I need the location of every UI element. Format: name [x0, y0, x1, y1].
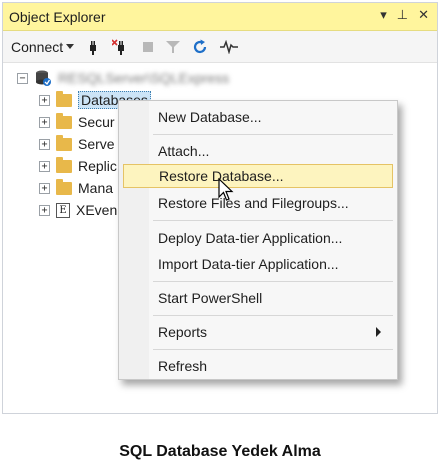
folder-icon	[56, 112, 72, 129]
menu-item-start-powershell[interactable]: Start PowerShell	[123, 286, 393, 310]
expand-icon[interactable]: +	[39, 116, 50, 128]
dropdown-icon[interactable]: ▾	[380, 7, 387, 23]
expand-icon[interactable]: +	[39, 160, 50, 172]
menu-separator	[153, 220, 393, 221]
tree-item-management[interactable]: + Mana	[39, 177, 113, 199]
menu-item-label: Deploy Data-tier Application...	[158, 230, 343, 246]
menu-item-label: Reports	[158, 324, 208, 340]
tree-server-row[interactable]: − RESQLServer\SQLExpress	[17, 67, 229, 89]
menu-item-label: New Database...	[158, 109, 262, 125]
tree-item-server-objects[interactable]: + Serve	[39, 133, 115, 155]
tree-item-label: Serve	[78, 136, 115, 152]
pin-icon[interactable]: ⊥	[397, 7, 408, 23]
menu-separator	[153, 134, 393, 135]
menu-item-label: Refresh	[158, 358, 208, 374]
menu-item-import-data-tier[interactable]: Import Data-tier Application...	[123, 252, 393, 276]
mouse-cursor-icon	[218, 178, 234, 201]
activity-icon[interactable]	[220, 39, 239, 54]
folder-icon	[56, 134, 72, 151]
expand-icon[interactable]: +	[39, 182, 50, 194]
tree-item-replication[interactable]: + Replic	[39, 155, 117, 177]
tree-item-label: Replic	[78, 158, 117, 174]
context-menu: New Database... Attach... Restore Databa…	[118, 100, 398, 380]
tree-item-xevent-profiler[interactable]: + E XEven	[39, 199, 117, 221]
expand-icon[interactable]: +	[39, 138, 50, 150]
menu-item-label: Restore Files and Filegroups...	[158, 195, 349, 211]
menu-item-restore-files-filegroups[interactable]: Restore Files and Filegroups...	[123, 191, 393, 215]
chevron-down-icon	[66, 43, 75, 49]
folder-icon	[56, 178, 72, 195]
title-controls: ▾ ⊥ ✕	[380, 7, 429, 23]
stop-icon[interactable]	[142, 41, 154, 53]
close-icon[interactable]: ✕	[418, 7, 429, 23]
disconnect-icon[interactable]	[112, 38, 130, 55]
filter-icon[interactable]	[166, 40, 181, 54]
menu-item-reports[interactable]: Reports	[123, 320, 393, 344]
menu-item-deploy-data-tier[interactable]: Deploy Data-tier Application...	[123, 226, 393, 250]
panel-title: Object Explorer	[9, 8, 106, 25]
title-bar: Object Explorer ▾ ⊥ ✕	[3, 3, 437, 31]
menu-item-refresh[interactable]: Refresh	[123, 354, 393, 378]
menu-separator	[153, 349, 393, 350]
folder-icon	[56, 156, 72, 173]
menu-separator	[153, 315, 393, 316]
caption: SQL Database Yedek Alma	[119, 443, 321, 460]
menu-item-new-database[interactable]: New Database...	[123, 105, 393, 129]
expand-icon[interactable]: +	[39, 204, 50, 216]
server-icon	[36, 70, 51, 86]
menu-item-label: Start PowerShell	[158, 290, 263, 306]
tree-item-security[interactable]: + Secur	[39, 111, 115, 133]
xevent-icon: E	[56, 202, 70, 218]
connect-icon[interactable]	[86, 39, 100, 55]
collapse-icon[interactable]: −	[17, 72, 28, 84]
tree-item-label: XEven	[76, 202, 118, 218]
tree-item-label: Mana	[78, 180, 114, 196]
menu-item-attach[interactable]: Attach...	[123, 139, 393, 163]
menu-separator	[153, 281, 393, 282]
folder-icon	[56, 90, 72, 107]
tree-item-label: Secur	[78, 114, 115, 130]
menu-item-restore-database[interactable]: Restore Database...	[123, 164, 393, 188]
server-name: RESQLServer\SQLExpress	[58, 70, 230, 86]
connect-label: Connect	[11, 38, 64, 55]
toolbar: Connect	[3, 31, 437, 63]
submenu-arrow-icon	[376, 327, 381, 337]
menu-item-label: Attach...	[158, 143, 210, 159]
menu-item-label: Import Data-tier Application...	[158, 256, 339, 272]
refresh-icon[interactable]	[192, 39, 208, 55]
expand-icon[interactable]: +	[39, 94, 50, 106]
connect-button[interactable]: Connect	[11, 38, 75, 55]
